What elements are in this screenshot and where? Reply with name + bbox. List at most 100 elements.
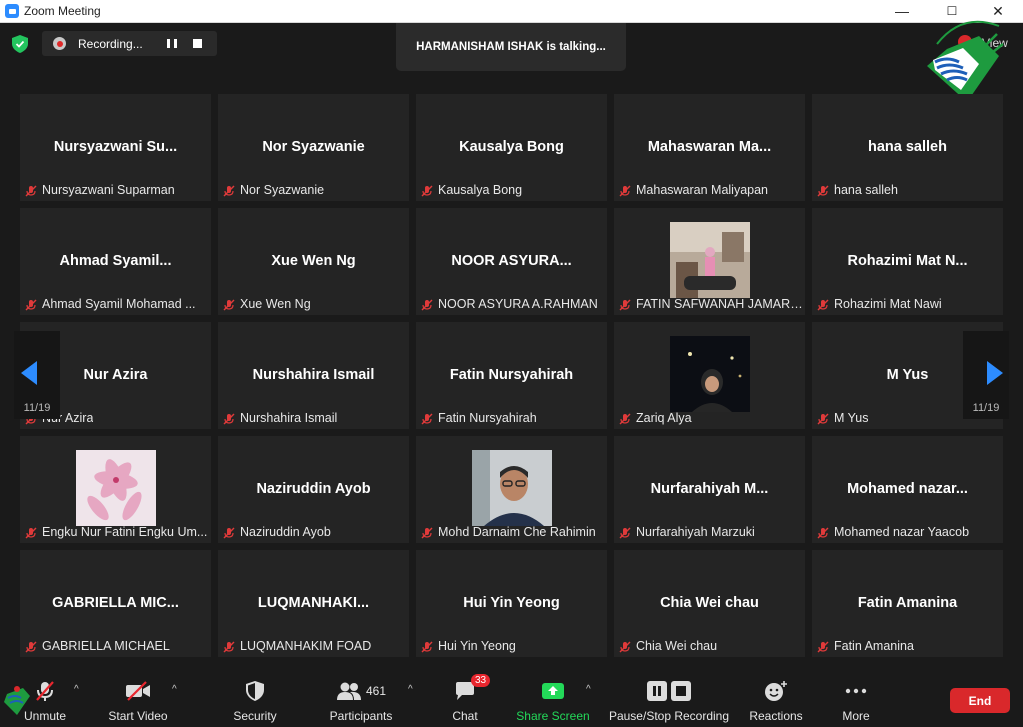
participant-name: Mohamed nazar Yaacob [834,525,970,539]
recording-dot-icon [53,37,66,50]
participant-tile[interactable]: Rohazimi Mat N... Rohazimi Mat Nawi [812,208,1003,315]
participant-tile[interactable]: NOOR ASYURA... NOOR ASYURA A.RAHMAN [416,208,607,315]
security-button[interactable]: Security [228,662,282,727]
muted-mic-icon [817,184,829,197]
minimize-button[interactable]: — [885,0,919,22]
participant-name-tag: Nurshahira Ismail [223,410,337,426]
participant-video-thumbnail [670,222,750,298]
window-title: Zoom Meeting [24,4,101,18]
participant-name-tag: LUQMANHAKIM FOAD [223,638,371,654]
participant-name: Chia Wei chau [636,639,718,653]
participant-tile[interactable]: LUQMANHAKI... LUQMANHAKIM FOAD [218,550,409,657]
participant-name-tag: Nurfarahiyah Marzuki [619,524,755,540]
participant-name: M Yus [834,411,869,425]
muted-mic-icon [817,640,829,653]
participant-tile[interactable]: Ahmad Syamil... Ahmad Syamil Mohamad ... [20,208,211,315]
participant-name: Nurshahira Ismail [240,411,338,425]
muted-mic-icon [25,298,37,311]
participant-tile[interactable]: Nurfarahiyah M... Nurfarahiyah Marzuki [614,436,805,543]
participant-tile[interactable]: Nurshahira Ismail Nurshahira Ismail [218,322,409,429]
recording-indicator: Recording... [42,31,217,56]
participant-name-tag: Xue Wen Ng [223,296,311,312]
start-video-label: Start Video [108,709,168,723]
participant-tile[interactable]: Mohd Darnaim Che Rahimin [416,436,607,543]
participant-tile[interactable]: Fatin Nursyahirah Fatin Nursyahirah [416,322,607,429]
participant-name: hana salleh [834,183,898,197]
participants-button[interactable]: 461 Participants [325,662,397,727]
previous-page-button[interactable]: 11/19 [14,331,60,419]
participant-name: Hui Yin Yeong [438,639,516,653]
participant-name-tag: Mohd Darnaim Che Rahimin [421,524,596,540]
page-indicator-left: 11/19 [23,402,51,414]
participant-tile[interactable]: Chia Wei chau Chia Wei chau [614,550,805,657]
participant-name: Xue Wen Ng [240,297,311,311]
participant-tile[interactable]: Hui Yin Yeong Hui Yin Yeong [416,550,607,657]
participant-tile[interactable]: Fatin Amanina Fatin Amanina [812,550,1003,657]
chat-button[interactable]: 33 Chat [443,662,491,727]
recording-label: Recording... [78,36,143,51]
pause-stop-recording-button[interactable]: Pause/Stop Recording [607,662,731,727]
start-video-button[interactable]: Start Video [105,662,171,727]
participant-name: Nor Syazwanie [240,183,325,197]
participant-tile[interactable]: FATIN SAFWANAH JAMARU... [614,208,805,315]
participant-tile[interactable]: Zariq Alya [614,322,805,429]
participant-tile[interactable]: Kausalya Bong Kausalya Bong [416,94,607,201]
participant-tile[interactable]: Nursyazwani Su... Nursyazwani Suparman [20,94,211,201]
participant-name: Mahaswaran Maliyapan [636,183,769,197]
participant-display-name: Mohamed nazar... [847,481,968,497]
encryption-shield-icon[interactable] [12,35,28,53]
participant-display-name: hana salleh [868,139,947,155]
muted-mic-icon [223,298,235,311]
participant-tile[interactable]: hana salleh hana salleh [812,94,1003,201]
security-shield-icon [241,680,269,702]
muted-mic-icon [421,298,433,311]
participant-tile[interactable]: Mohamed nazar... Mohamed nazar Yaacob [812,436,1003,543]
pause-stop-icons [643,680,695,702]
participant-display-name: Rohazimi Mat N... [847,253,968,269]
end-meeting-button[interactable]: End [950,688,1010,713]
participant-name: Mohd Darnaim Che Rahimin [438,525,596,539]
muted-mic-icon [223,412,235,425]
stop-recording-icon[interactable] [193,39,202,48]
participant-tile[interactable]: Nor Syazwanie Nor Syazwanie [218,94,409,201]
muted-mic-icon [619,412,631,425]
participants-count: 461 [365,684,387,698]
more-button[interactable]: More [834,662,878,727]
participant-tile[interactable]: Naziruddin Ayob Naziruddin Ayob [218,436,409,543]
participant-display-name: Naziruddin Ayob [256,481,371,497]
muted-mic-icon [817,412,829,425]
participant-tile[interactable]: Engku Nur Fatini Engku Um... [20,436,211,543]
left-arrow-icon [21,361,37,385]
participant-name: GABRIELLA MICHAEL [42,639,170,653]
participant-tile[interactable]: GABRIELLA MIC... GABRIELLA MICHAEL [20,550,211,657]
participant-tile[interactable]: Xue Wen Ng Xue Wen Ng [218,208,409,315]
pause-recording-icon[interactable] [167,39,177,48]
participant-tile[interactable]: Mahaswaran Ma... Mahaswaran Maliyapan [614,94,805,201]
share-screen-label: Share Screen [516,709,590,723]
muted-mic-icon [421,184,433,197]
participant-video-thumbnail [472,450,552,526]
reactions-button[interactable]: Reactions [746,662,806,727]
participant-name-tag: FATIN SAFWANAH JAMARU... [619,296,805,312]
participant-name: FATIN SAFWANAH JAMARU... [636,297,805,311]
pause-stop-recording-label: Pause/Stop Recording [608,709,730,723]
muted-mic-icon [619,640,631,653]
share-screen-button[interactable]: Share Screen [514,662,592,727]
participant-display-name: Kausalya Bong [459,139,564,155]
participant-name: Naziruddin Ayob [240,525,331,539]
reactions-label: Reactions [749,709,803,723]
participant-name-tag: Nor Syazwanie [223,182,324,198]
participant-name-tag: Chia Wei chau [619,638,717,654]
share-options-caret-icon[interactable]: ^ [586,684,596,695]
share-screen-icon [539,680,567,702]
participant-name-tag: Fatin Nursyahirah [421,410,537,426]
participant-display-name: Fatin Nursyahirah [449,367,574,383]
chat-label: Chat [452,709,478,723]
video-options-caret-icon[interactable]: ^ [172,684,182,695]
audio-options-caret-icon[interactable]: ^ [74,684,84,695]
more-label: More [842,709,870,723]
participant-name-tag: Rohazimi Mat Nawi [817,296,942,312]
participant-display-name: Nor Syazwanie [262,139,365,155]
participants-options-caret-icon[interactable]: ^ [408,684,418,695]
next-page-button[interactable]: 11/19 [963,331,1009,419]
